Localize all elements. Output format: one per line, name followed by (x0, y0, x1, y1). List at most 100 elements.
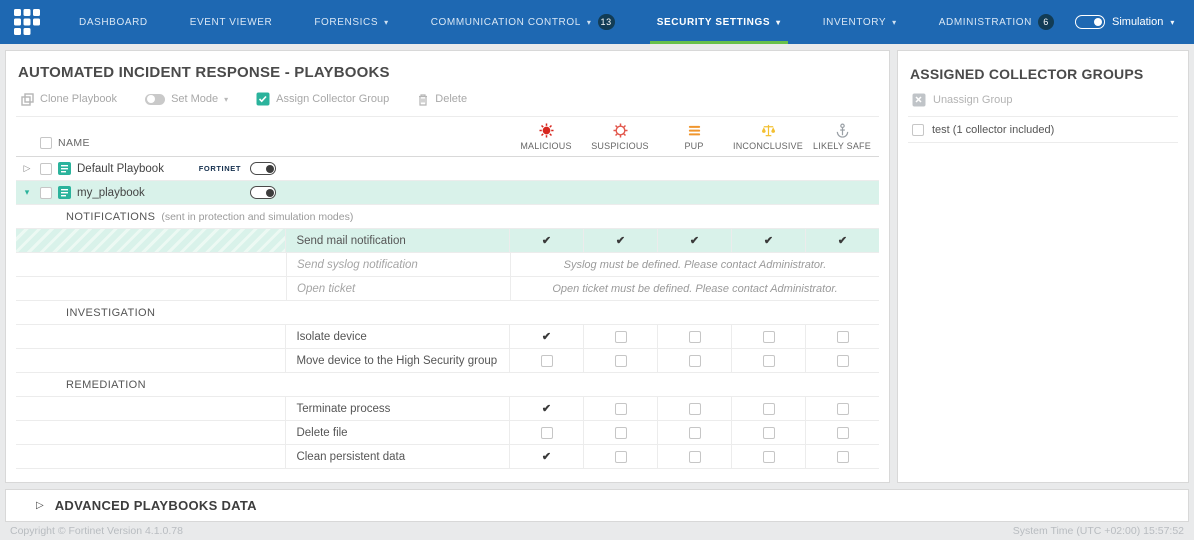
severity-cell: ✔ (583, 229, 657, 252)
checkbox[interactable] (689, 403, 701, 415)
checkbox[interactable] (689, 451, 701, 463)
collector-group-item[interactable]: test (1 collector included) (908, 117, 1178, 143)
collapse-icon[interactable]: ▾ (20, 187, 34, 198)
checkbox[interactable] (763, 451, 775, 463)
severity-cell (731, 397, 805, 420)
checkbox[interactable] (689, 331, 701, 343)
nav-item-communication-control[interactable]: COMMUNICATION CONTROL▾13 (410, 0, 636, 44)
section-row-notifications: NOTIFICATIONS (sent in protection and si… (16, 205, 879, 229)
nav-label: DASHBOARD (79, 17, 148, 28)
checkbox[interactable] (689, 427, 701, 439)
severity-cell (657, 349, 731, 372)
chevron-down-icon: ▾ (224, 95, 228, 104)
clone-playbook-button[interactable]: Clone Playbook (21, 93, 117, 106)
delete-button[interactable]: Delete (417, 93, 467, 106)
check-icon[interactable]: ✔ (616, 234, 625, 247)
advanced-playbooks-title: ADVANCED PLAYBOOKS DATA (55, 498, 257, 513)
check-icon[interactable]: ✔ (542, 402, 551, 415)
checkbox[interactable] (541, 427, 553, 439)
checkbox[interactable] (763, 427, 775, 439)
nav-item-administration[interactable]: ADMINISTRATION6 (918, 0, 1075, 44)
section-subtitle: (sent in protection and simulation modes… (161, 211, 353, 223)
delete-label: Delete (435, 93, 467, 105)
playbook-icon (58, 162, 71, 175)
check-icon[interactable]: ✔ (690, 234, 699, 247)
action-label: Move device to the High Security group (296, 355, 497, 367)
playbook-row-default[interactable]: ▷ Default Playbook FORTINET (16, 157, 879, 181)
checkbox[interactable] (615, 451, 627, 463)
checkbox[interactable] (689, 355, 701, 367)
checkbox[interactable] (541, 355, 553, 367)
expand-icon[interactable]: ▷ (36, 500, 44, 511)
name-column-header: NAME (58, 137, 90, 149)
table-header-row: NAME MALICIOUS SUSPICIOUS PUP (16, 117, 879, 157)
assign-collector-group-label: Assign Collector Group (276, 93, 389, 105)
simulation-toggle[interactable] (1075, 15, 1105, 29)
nav-item-security-settings[interactable]: SECURITY SETTINGS▾ (636, 0, 802, 44)
section-title: NOTIFICATIONS (66, 211, 155, 223)
playbook-enabled-toggle[interactable] (250, 186, 276, 199)
checkbox[interactable] (763, 403, 775, 415)
action-row-open-ticket: Open ticket Open ticket must be defined.… (16, 277, 879, 301)
trash-icon (417, 93, 429, 106)
action-row-delete-file: Delete file (16, 421, 879, 445)
check-icon[interactable]: ✔ (542, 234, 551, 247)
nav-right: Simulation ▾ kirill ▾ (1075, 0, 1194, 44)
severity-cell (583, 325, 657, 348)
check-icon[interactable]: ✔ (764, 234, 773, 247)
assign-checkbox-icon (256, 92, 270, 106)
checkbox[interactable] (763, 331, 775, 343)
checkbox[interactable] (837, 403, 849, 415)
severity-cell (805, 325, 879, 348)
app-logo-icon[interactable] (14, 9, 40, 35)
assign-collector-group-button[interactable]: Assign Collector Group (256, 92, 389, 106)
clone-playbook-label: Clone Playbook (40, 93, 117, 105)
checkbox[interactable] (615, 355, 627, 367)
nav-item-dashboard[interactable]: DASHBOARD (58, 0, 169, 44)
communication-control-badge: 13 (598, 14, 615, 30)
action-label: Open ticket (297, 283, 355, 295)
column-header-inconclusive: INCONCLUSIVE (731, 117, 805, 156)
checkbox[interactable] (615, 427, 627, 439)
nav-item-event-viewer[interactable]: EVENT VIEWER (169, 0, 294, 44)
severity-cell (805, 349, 879, 372)
row-checkbox[interactable] (912, 124, 924, 136)
nav-item-forensics[interactable]: FORENSICS▾ (293, 0, 409, 44)
simulation-label: Simulation (1112, 16, 1163, 28)
row-checkbox[interactable] (40, 187, 52, 199)
set-mode-button[interactable]: Set Mode ▾ (145, 93, 228, 105)
malicious-icon (539, 123, 554, 138)
severity-cell (583, 349, 657, 372)
severity-cell (583, 397, 657, 420)
checkbox[interactable] (615, 403, 627, 415)
checkbox[interactable] (837, 451, 849, 463)
app-root: DASHBOARD EVENT VIEWER FORENSICS▾ COMMUN… (0, 0, 1194, 540)
severity-cell (509, 421, 583, 444)
checkbox[interactable] (837, 427, 849, 439)
severity-label: LIKELY SAFE (813, 141, 871, 151)
severity-cell (509, 349, 583, 372)
page-title: AUTOMATED INCIDENT RESPONSE - PLAYBOOKS (18, 64, 889, 81)
chevron-down-icon[interactable]: ▾ (1170, 18, 1174, 27)
check-icon[interactable]: ✔ (838, 234, 847, 247)
nav-item-inventory[interactable]: INVENTORY▾ (802, 0, 918, 44)
checkbox[interactable] (837, 355, 849, 367)
check-icon[interactable]: ✔ (542, 330, 551, 343)
unassign-group-button[interactable]: Unassign Group (912, 93, 1188, 107)
assigned-collector-groups-panel: ASSIGNED COLLECTOR GROUPS Unassign Group… (897, 50, 1189, 483)
section-row-remediation: REMEDIATION (16, 373, 879, 397)
select-all-checkbox[interactable] (40, 137, 52, 149)
nav-label: SECURITY SETTINGS (657, 17, 770, 28)
unassign-icon (912, 93, 926, 107)
checkbox[interactable] (837, 331, 849, 343)
check-icon[interactable]: ✔ (542, 450, 551, 463)
row-checkbox[interactable] (40, 163, 52, 175)
advanced-playbooks-bar[interactable]: ▷ ADVANCED PLAYBOOKS DATA (5, 489, 1189, 522)
playbook-row-my-playbook[interactable]: ▾ my_playbook (16, 181, 879, 205)
severity-cell (805, 445, 879, 468)
collector-group-label: test (1 collector included) (932, 124, 1054, 136)
expand-icon[interactable]: ▷ (20, 163, 34, 174)
checkbox[interactable] (763, 355, 775, 367)
checkbox[interactable] (615, 331, 627, 343)
playbook-enabled-toggle[interactable] (250, 162, 276, 175)
